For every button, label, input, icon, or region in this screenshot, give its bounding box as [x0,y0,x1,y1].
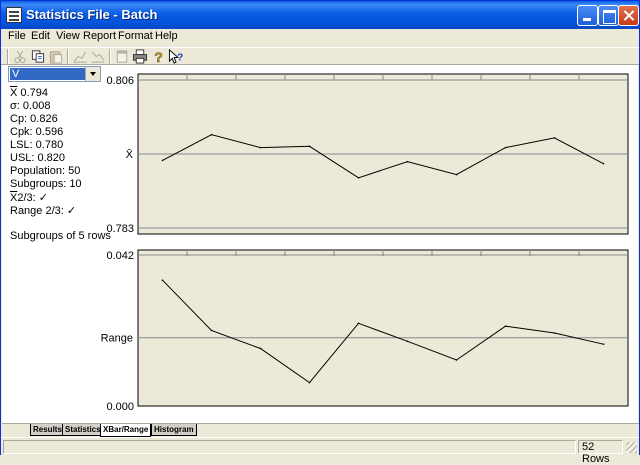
range-point [308,381,311,384]
tab-statistics[interactable]: Statistics [62,424,104,436]
range-ytick-top: 0.042 [106,250,134,262]
menu-edit[interactable]: Edit [31,30,50,42]
range-point [210,329,213,332]
status-bar: 52 Rows [1,437,639,465]
toolbar: ? ? [1,47,639,65]
stat-xbar-rule: X2/3: ✓ [10,192,48,204]
stat-usl: USL: 0.820 [10,152,66,164]
svg-text:?: ? [177,52,183,63]
toolbar-separator [67,49,69,64]
chevron-down-icon[interactable] [85,67,100,81]
view-tabs: Results Statistics XBar/Range Histogram [2,423,639,437]
xbar-point [504,146,507,149]
toolbar-separator [109,49,111,64]
xbar-point [259,146,262,149]
stat-population: Population: 50 [10,165,81,177]
paste-icon[interactable] [48,49,64,64]
statistics-panel: V X 0.794 σ: 0.008 Cp: 0.826 Cpk: 0.596 … [2,65,135,423]
range-ytick-bottom: 0.000 [106,401,134,413]
xbar-point [406,160,409,163]
chart-ascending-icon[interactable] [72,49,88,64]
tab-histogram[interactable]: Histogram [151,424,197,436]
menu-file[interactable]: File [8,30,26,42]
chart-descending-icon[interactable] [90,49,106,64]
range-point [357,322,360,325]
menu-help[interactable]: Help [155,30,178,42]
subgroup-size-note: Subgroups of 5 rows [10,230,111,242]
stat-lsl: LSL: 0.780 [10,139,64,151]
range-point [406,340,409,343]
resize-grip[interactable] [626,442,637,453]
range-point [259,347,262,350]
app-icon[interactable] [6,7,22,23]
xbar-point [161,159,164,162]
toolbar-grip[interactable] [7,49,9,64]
stat-subgroups: Subgroups: 10 [10,178,82,190]
tab-xbar-range[interactable]: XBar/Range [100,424,152,437]
variable-select[interactable]: V [8,66,101,82]
xbar-point [455,173,458,176]
maximize-button[interactable] [598,5,619,26]
new-icon[interactable] [114,49,130,64]
stat-sigma-value: 0.008 [22,100,51,112]
range-point [455,359,458,361]
stat-cpk: Cpk: 0.596 [10,126,64,138]
tab-results[interactable]: Results [30,424,65,436]
range-point [602,343,605,345]
xbar-ytick-bottom: 0.783 [106,223,134,235]
title-bar[interactable]: Statistics File - Batch [1,1,639,29]
whats-this-icon[interactable]: ? [168,49,184,64]
help-icon[interactable]: ? [150,49,166,64]
range-point [504,325,507,327]
range-plot-area [137,249,629,407]
cut-icon[interactable] [12,49,28,64]
stat-xbar-rule-value: 2/3: ✓ [17,192,48,204]
charts-svg: 0.806 0.783 X̄ 0.042 0.000 Range [101,73,629,413]
stat-xbar: X 0.794 [10,87,48,99]
xbar-axis-label: X̄ [126,148,134,161]
range-point [553,332,556,334]
copy-icon[interactable] [30,49,46,64]
stat-xbar-value: 0.794 [20,87,48,99]
menu-report[interactable]: Report [83,30,116,42]
close-button[interactable] [618,5,639,26]
window-title: Statistics File - Batch [26,7,158,22]
menu-view[interactable]: View [56,30,80,42]
xbar-point [308,145,311,148]
status-message [3,440,576,454]
svg-text:?: ? [154,49,163,64]
xbar-point [553,137,556,139]
stat-range-rule: Range 2/3: ✓ [10,205,77,217]
xbar-point [602,162,605,165]
range-axis-label: Range [101,333,133,345]
print-icon[interactable] [132,49,148,64]
selected-variable: V [10,68,85,80]
menu-format[interactable]: Format [118,30,153,42]
menu-bar: File Edit View Report Format Help [1,29,639,47]
range-point [161,279,164,281]
minimize-button[interactable] [577,5,598,26]
stat-cp: Cp: 0.826 [10,113,58,125]
stat-sigma: σ: 0.008 [10,100,51,112]
xbar-point [357,177,360,179]
xbar-point [210,133,213,136]
xbar-range-charts: 0.806 0.783 X̄ 0.042 0.000 Range [101,65,638,423]
statistics-window: Statistics File - Batch File Edit View R… [0,0,640,465]
status-row-count: 52 Rows [578,440,623,465]
xbar-ytick-top: 0.806 [106,75,134,87]
